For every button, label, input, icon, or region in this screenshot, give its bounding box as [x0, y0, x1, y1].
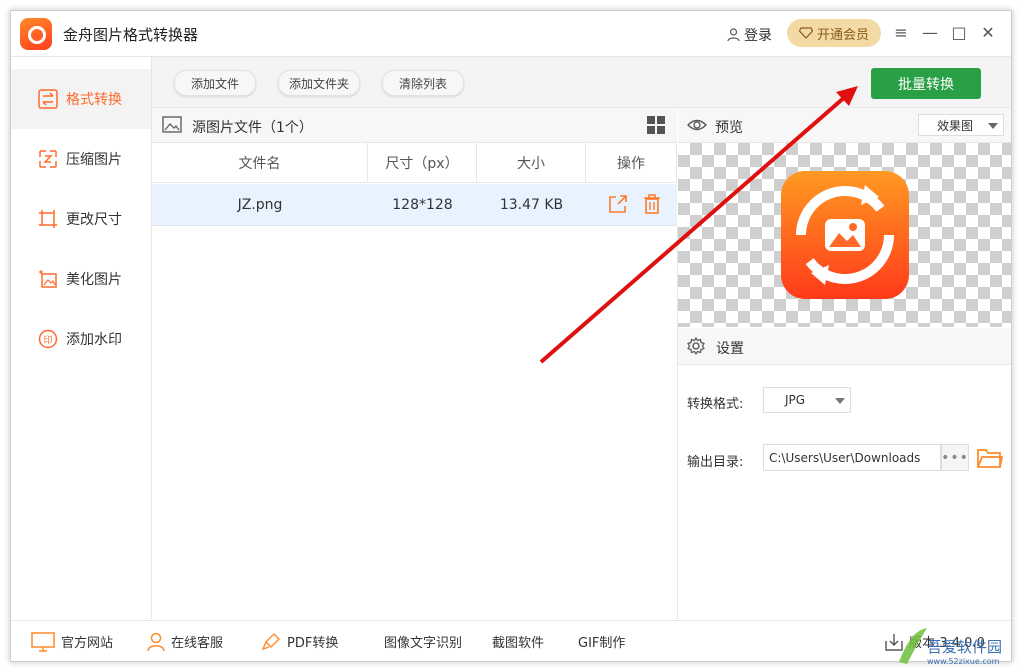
- watermark-logo-icon: 吾爱软件园 www.52zixue.com: [899, 628, 1002, 666]
- monitor-icon: [31, 631, 55, 652]
- watermark-url: www.52zixue.com: [927, 657, 1000, 666]
- folder-icon[interactable]: [977, 447, 1003, 469]
- app-logo-icon: [20, 18, 52, 50]
- format-value: JPG: [785, 393, 806, 407]
- settings-header: 设置: [678, 328, 1011, 365]
- app-logo-preview-icon: [796, 185, 894, 285]
- column-header-actions: 操作: [586, 143, 677, 183]
- close-icon[interactable]: ✕: [978, 23, 998, 43]
- footer-ocr[interactable]: 图像文字识别: [384, 621, 462, 661]
- table-row[interactable]: JZ.png 128*128 13.47 KB: [152, 184, 677, 226]
- grid-view-icon[interactable]: [647, 116, 665, 134]
- file-list-header: 源图片文件（1个）: [152, 108, 677, 143]
- gear-icon: [687, 337, 705, 355]
- preview-mode-value: 效果图: [937, 118, 974, 133]
- app-window: 金舟图片格式转换器 登录 开通会员 ≡ — □ ✕ 格式转换 压缩图片 更改尺寸: [10, 10, 1012, 662]
- footer-item-label: 官方网站: [61, 636, 114, 651]
- batch-convert-button[interactable]: 批量转换: [871, 68, 981, 99]
- column-header-filename[interactable]: 文件名: [152, 143, 368, 183]
- swap-icon: [38, 89, 58, 109]
- file-list-area: [152, 226, 678, 619]
- format-select[interactable]: JPG: [763, 387, 851, 413]
- output-dir-label: 输出目录:: [687, 455, 744, 470]
- svg-text:印: 印: [43, 334, 52, 346]
- preview-canvas: [678, 143, 1011, 327]
- add-folder-button[interactable]: 添加文件夹: [278, 70, 360, 96]
- sidebar-item-compress[interactable]: 压缩图片: [11, 129, 151, 189]
- sidebar-item-format-convert[interactable]: 格式转换: [11, 69, 151, 129]
- file-list-title: 源图片文件（1个）: [192, 120, 313, 136]
- diamond-icon: [798, 27, 813, 39]
- user-icon: [727, 28, 740, 42]
- sidebar-item-label: 压缩图片: [66, 152, 122, 168]
- output-path-input[interactable]: C:\Users\User\Downloads: [763, 444, 941, 471]
- footer-screenshot[interactable]: 截图软件: [492, 621, 544, 661]
- site-watermark: 吾爱软件园 www.52zixue.com: [893, 622, 1013, 666]
- eye-icon: [687, 119, 707, 131]
- sidebar: 格式转换 压缩图片 更改尺寸 美化图片 印 添加水印: [11, 57, 152, 619]
- toolbar: 添加文件 添加文件夹 清除列表 批量转换: [152, 57, 1011, 108]
- column-header-dimensions[interactable]: 尺寸（px）: [368, 143, 477, 183]
- login-label: 登录: [744, 28, 772, 44]
- vip-label: 开通会员: [816, 27, 869, 43]
- delete-icon[interactable]: [643, 194, 661, 214]
- column-header-size[interactable]: 大小: [477, 143, 586, 183]
- open-external-icon[interactable]: [608, 194, 628, 214]
- footer-bar: 官方网站 在线客服 PDF转换 图像文字识别 截图软件 GIF制作 版本:3.4…: [11, 620, 1011, 661]
- footer-official-site[interactable]: 官方网站: [31, 621, 114, 661]
- preview-header: 预览 效果图: [678, 108, 1011, 143]
- browse-button[interactable]: •••: [941, 444, 969, 471]
- file-size-cell: 13.47 KB: [499, 196, 564, 213]
- minimize-icon[interactable]: —: [920, 23, 940, 43]
- sidebar-item-label: 美化图片: [66, 272, 122, 288]
- file-dimensions-cell: 128*128: [392, 196, 453, 213]
- settings-label: 设置: [716, 341, 744, 357]
- footer-pdf-convert[interactable]: PDF转换: [261, 621, 339, 661]
- sidebar-item-label: 更改尺寸: [66, 212, 122, 228]
- chevron-down-icon: [835, 398, 845, 404]
- file-name-cell: JZ.png: [237, 196, 283, 213]
- settings-panel: 转换格式: JPG 输出目录: C:\Users\User\Downloads …: [678, 365, 1011, 619]
- maximize-icon[interactable]: □: [949, 23, 969, 43]
- preview-mode-select[interactable]: 效果图: [918, 114, 1004, 136]
- app-title: 金舟图片格式转换器: [63, 26, 199, 44]
- sidebar-item-resize[interactable]: 更改尺寸: [11, 189, 151, 249]
- footer-customer-service[interactable]: 在线客服: [147, 621, 224, 661]
- sidebar-item-beautify[interactable]: 美化图片: [11, 249, 151, 309]
- vip-button[interactable]: 开通会员: [787, 19, 881, 47]
- brush-icon: [261, 632, 280, 650]
- add-file-button[interactable]: 添加文件: [174, 70, 256, 96]
- preview-label: 预览: [715, 120, 743, 136]
- format-label: 转换格式:: [687, 397, 744, 412]
- watermark-icon: 印: [38, 329, 58, 349]
- menu-icon[interactable]: ≡: [891, 23, 911, 43]
- footer-item-label: 在线客服: [171, 636, 224, 651]
- login-button[interactable]: 登录: [727, 25, 772, 45]
- clear-list-button[interactable]: 清除列表: [382, 70, 464, 96]
- sidebar-item-watermark[interactable]: 印 添加水印: [11, 309, 151, 369]
- sidebar-item-label: 格式转换: [66, 92, 122, 108]
- beautify-icon: [39, 270, 57, 288]
- footer-gif[interactable]: GIF制作: [578, 621, 625, 661]
- title-bar: 金舟图片格式转换器 登录 开通会员 ≡ — □ ✕: [11, 11, 1011, 57]
- preview-image: [781, 171, 909, 299]
- footer-item-label: PDF转换: [287, 636, 339, 651]
- image-icon: [162, 116, 182, 133]
- sidebar-item-label: 添加水印: [66, 332, 122, 348]
- compress-icon: [39, 150, 57, 168]
- chevron-down-icon: [988, 123, 998, 129]
- watermark-text: 吾爱软件园: [927, 638, 1002, 656]
- resize-icon: [39, 210, 57, 228]
- headset-icon: [147, 632, 165, 651]
